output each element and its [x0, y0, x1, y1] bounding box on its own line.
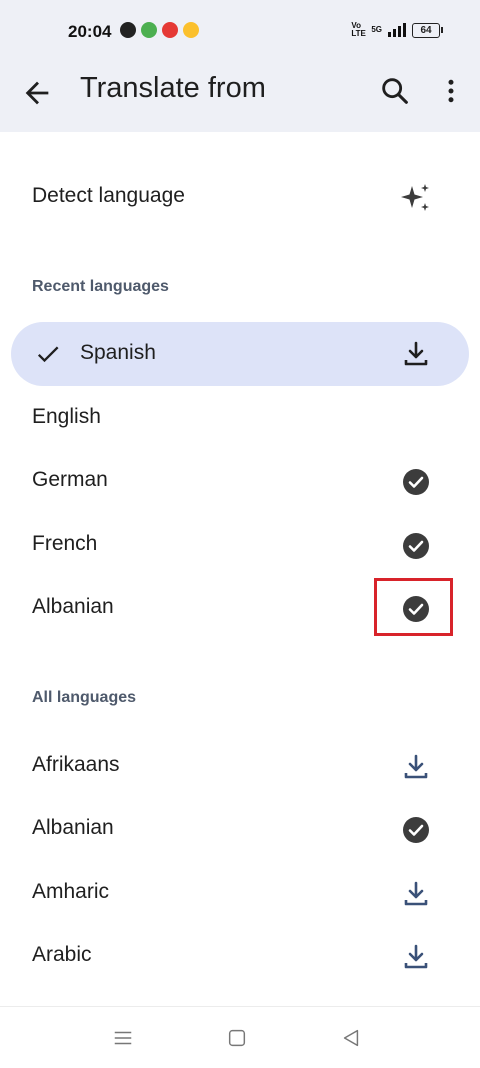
language-label: Amharic [32, 880, 110, 903]
language-item-spanish-selected[interactable]: Spanish [11, 322, 469, 386]
language-item-german[interactable]: German [0, 450, 480, 513]
app-notification-icon [162, 22, 178, 38]
status-time: 20:04 [68, 22, 112, 41]
language-label: Spanish [80, 341, 156, 364]
download-icon[interactable] [400, 751, 432, 783]
app-notification-icon [120, 22, 136, 38]
back-arrow-icon [25, 81, 49, 105]
language-item-albanian[interactable]: Albanian [0, 798, 480, 861]
detect-language-label: Detect language [32, 184, 185, 207]
download-icon[interactable] [400, 878, 432, 910]
all-languages-header: All languages [32, 689, 137, 706]
app-notification-icon [141, 22, 157, 38]
language-item-french[interactable]: French [0, 514, 480, 577]
language-label: English [32, 405, 101, 428]
detect-language-item[interactable]: Detect language [0, 166, 480, 229]
network-indicator: 5G [371, 25, 382, 34]
search-icon [382, 78, 408, 104]
battery-level: 64 [420, 24, 432, 36]
back-button[interactable] [20, 76, 54, 110]
language-item-amharic[interactable]: Amharic [0, 862, 480, 925]
language-item-afrikaans[interactable]: Afrikaans [0, 735, 480, 798]
more-vertical-icon [448, 79, 454, 103]
status-bar: 20:04 Vo LTE 5G 64 [0, 0, 480, 62]
language-label: Albanian [32, 595, 114, 618]
volte-indicator: Vo LTE [351, 21, 366, 38]
search-button[interactable] [378, 74, 412, 108]
status-indicators: Vo LTE 5G 64 [351, 21, 443, 38]
language-label: French [32, 532, 98, 555]
recents-menu-icon[interactable] [112, 1027, 134, 1049]
back-triangle-icon[interactable] [340, 1027, 362, 1049]
signal-icon [388, 23, 406, 37]
recent-languages-header: Recent languages [32, 278, 169, 295]
downloaded-check-icon[interactable] [400, 530, 432, 562]
app-notification-icon [183, 22, 199, 38]
system-nav-bar [0, 1006, 480, 1068]
language-item-arabic[interactable]: Arabic [0, 925, 480, 988]
highlight-box [374, 578, 453, 636]
language-label: Afrikaans [32, 753, 120, 776]
app-bar: Translate from [0, 62, 480, 132]
check-icon [37, 346, 59, 363]
notification-icons [120, 22, 199, 38]
sparkle-icon [401, 184, 429, 211]
language-item-english[interactable]: English [0, 387, 480, 450]
battery-icon: 64 [412, 22, 443, 38]
home-square-icon[interactable] [226, 1027, 248, 1049]
downloaded-check-icon[interactable] [400, 466, 432, 498]
language-label: Albanian [32, 816, 114, 839]
language-label: Arabic [32, 943, 92, 966]
downloaded-check-icon[interactable] [400, 814, 432, 846]
language-label: German [32, 468, 108, 491]
more-options-button[interactable] [436, 74, 466, 108]
download-icon[interactable] [400, 941, 432, 973]
download-icon[interactable] [400, 338, 432, 370]
page-title: Translate from [80, 72, 266, 104]
